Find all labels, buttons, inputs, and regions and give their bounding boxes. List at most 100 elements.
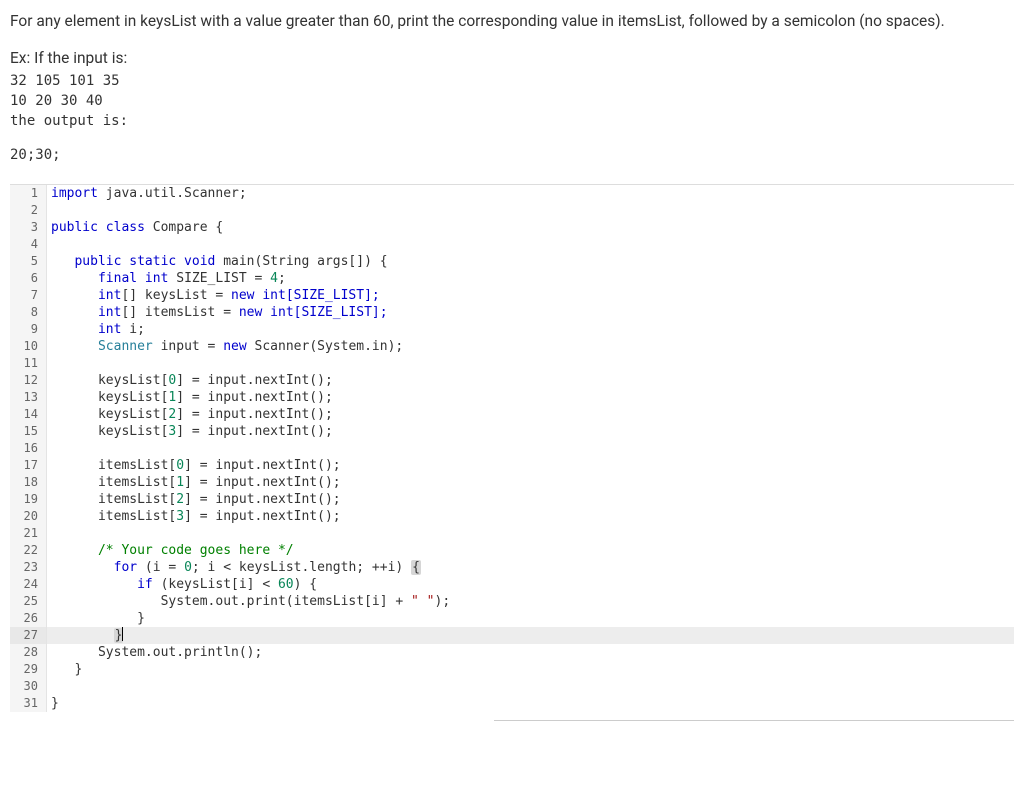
line-number: 16 [10,440,47,457]
line-number: 19 [10,491,47,508]
code-text[interactable]: itemsList[0] = input.nextInt(); [47,457,1014,474]
code-text[interactable] [47,440,1014,457]
code-text[interactable]: } [47,661,1014,678]
code-text[interactable] [47,678,1014,695]
code-text[interactable]: if (keysList[i] < 60) { [47,576,1014,593]
line-number: 18 [10,474,47,491]
code-text[interactable]: System.out.print(itemsList[i] + " "); [47,593,1014,610]
example-intro: Ex: If the input is: [10,47,1014,70]
code-line[interactable]: 7 int[] keysList = new int[SIZE_LIST]; [10,287,1014,304]
code-line-active[interactable]: 27 } [10,627,1014,644]
line-number: 7 [10,287,47,304]
problem-description: For any element in keysList with a value… [10,10,1014,33]
line-number: 11 [10,355,47,372]
code-text[interactable]: itemsList[3] = input.nextInt(); [47,508,1014,525]
code-line[interactable]: 11 [10,355,1014,372]
line-number: 29 [10,661,47,678]
line-number: 23 [10,559,47,576]
line-number: 13 [10,389,47,406]
code-line[interactable]: 18 itemsList[1] = input.nextInt(); [10,474,1014,491]
code-line[interactable]: 9 int i; [10,321,1014,338]
code-line[interactable]: 30 [10,678,1014,695]
code-text[interactable]: final int SIZE_LIST = 4; [47,270,1014,287]
line-number: 17 [10,457,47,474]
problem-statement: For any element in keysList with a value… [10,10,1014,166]
code-text[interactable]: keysList[1] = input.nextInt(); [47,389,1014,406]
code-text[interactable]: import java.util.Scanner; [47,185,1014,202]
line-number: 25 [10,593,47,610]
line-number: 24 [10,576,47,593]
code-line[interactable]: 8 int[] itemsList = new int[SIZE_LIST]; [10,304,1014,321]
code-line[interactable]: 28 System.out.println(); [10,644,1014,661]
code-line[interactable]: 10 Scanner input = new Scanner(System.in… [10,338,1014,355]
code-text[interactable]: } [47,610,1014,627]
code-line[interactable]: 19 itemsList[2] = input.nextInt(); [10,491,1014,508]
code-text[interactable]: System.out.println(); [47,644,1014,661]
code-editor[interactable]: 1 import java.util.Scanner; 2 3 public c… [10,184,1014,712]
code-line[interactable]: 1 import java.util.Scanner; [10,185,1014,202]
code-text[interactable]: public class Compare { [47,219,1014,236]
example-output: 20;30; [10,145,1014,165]
code-text[interactable]: itemsList[2] = input.nextInt(); [47,491,1014,508]
code-text[interactable]: int[] keysList = new int[SIZE_LIST]; [47,287,1014,304]
example-block: Ex: If the input is: 32 105 101 35 10 20… [10,47,1014,165]
line-number: 12 [10,372,47,389]
code-text[interactable]: keysList[3] = input.nextInt(); [47,423,1014,440]
code-text[interactable]: } [47,627,1014,644]
line-number: 10 [10,338,47,355]
text-caret [122,627,123,641]
code-text[interactable]: keysList[0] = input.nextInt(); [47,372,1014,389]
code-line[interactable]: 24 if (keysList[i] < 60) { [10,576,1014,593]
line-number: 5 [10,253,47,270]
code-text[interactable] [47,202,1014,219]
divider [494,720,1014,721]
code-text[interactable] [47,525,1014,542]
code-line[interactable]: 21 [10,525,1014,542]
code-text[interactable]: /* Your code goes here */ [47,542,1014,559]
code-line[interactable]: 31 } [10,695,1014,712]
code-text[interactable]: int[] itemsList = new int[SIZE_LIST]; [47,304,1014,321]
line-number: 2 [10,202,47,219]
code-line[interactable]: 5 public static void main(String args[])… [10,253,1014,270]
code-line[interactable]: 13 keysList[1] = input.nextInt(); [10,389,1014,406]
code-text[interactable]: int i; [47,321,1014,338]
line-number: 28 [10,644,47,661]
code-line[interactable]: 23 for (i = 0; i < keysList.length; ++i)… [10,559,1014,576]
code-text[interactable]: keysList[2] = input.nextInt(); [47,406,1014,423]
code-line[interactable]: 17 itemsList[0] = input.nextInt(); [10,457,1014,474]
code-text[interactable]: } [47,695,1014,712]
code-line[interactable]: 20 itemsList[3] = input.nextInt(); [10,508,1014,525]
line-number: 31 [10,695,47,712]
line-number: 20 [10,508,47,525]
code-text[interactable] [47,355,1014,372]
code-line[interactable]: 4 [10,236,1014,253]
line-number: 21 [10,525,47,542]
code-line[interactable]: 6 final int SIZE_LIST = 4; [10,270,1014,287]
code-line[interactable]: 25 System.out.print(itemsList[i] + " "); [10,593,1014,610]
line-number: 22 [10,542,47,559]
line-number: 9 [10,321,47,338]
code-text[interactable]: itemsList[1] = input.nextInt(); [47,474,1014,491]
code-line[interactable]: 3 public class Compare { [10,219,1014,236]
example-input-line2: 10 20 30 40 [10,91,1014,111]
code-line[interactable]: 12 keysList[0] = input.nextInt(); [10,372,1014,389]
code-line[interactable]: 2 [10,202,1014,219]
code-line[interactable]: 26 } [10,610,1014,627]
code-text[interactable] [47,236,1014,253]
code-text[interactable]: Scanner input = new Scanner(System.in); [47,338,1014,355]
code-line[interactable]: 15 keysList[3] = input.nextInt(); [10,423,1014,440]
line-number: 27 [10,627,47,644]
line-number: 8 [10,304,47,321]
example-input-line1: 32 105 101 35 [10,71,1014,91]
code-line[interactable]: 22 /* Your code goes here */ [10,542,1014,559]
line-number: 1 [10,185,47,202]
line-number: 6 [10,270,47,287]
code-line[interactable]: 16 [10,440,1014,457]
code-text[interactable]: public static void main(String args[]) { [47,253,1014,270]
code-line[interactable]: 14 keysList[2] = input.nextInt(); [10,406,1014,423]
code-text[interactable]: for (i = 0; i < keysList.length; ++i) { [47,559,1014,576]
line-number: 26 [10,610,47,627]
line-number: 3 [10,219,47,236]
code-line[interactable]: 29 } [10,661,1014,678]
line-number: 4 [10,236,47,253]
